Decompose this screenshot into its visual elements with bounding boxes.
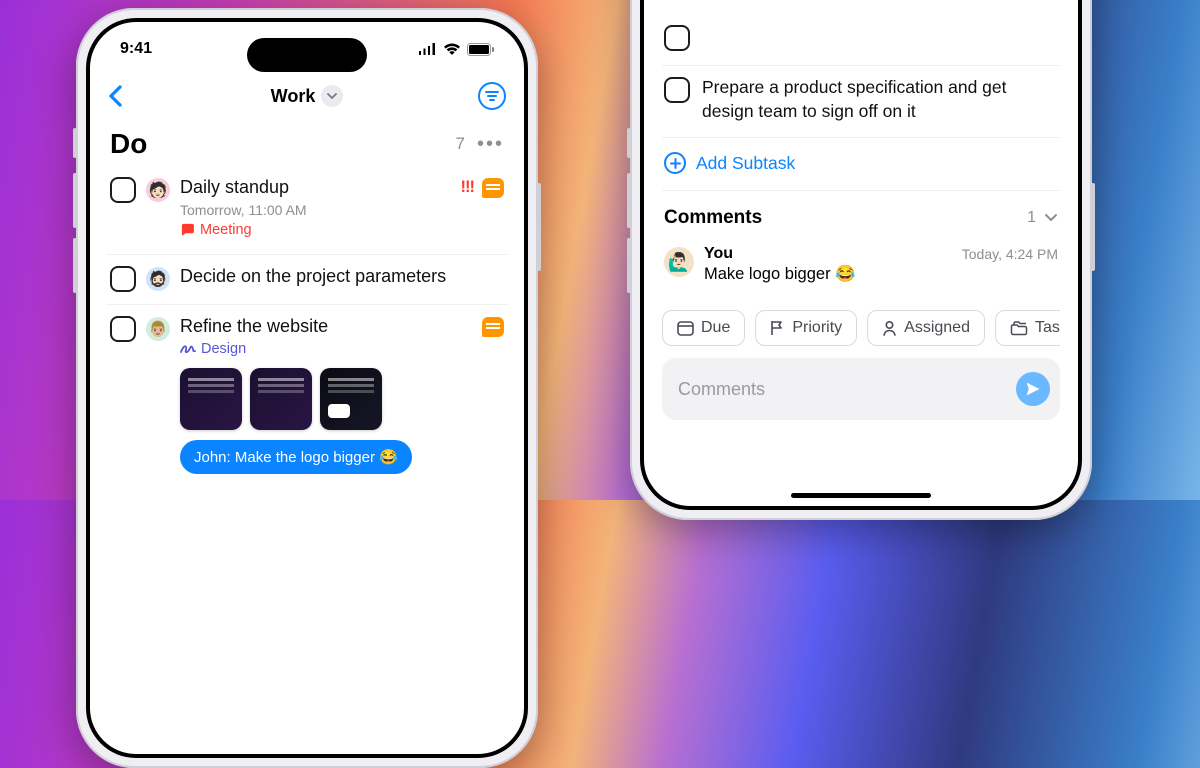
comment-avatar: 🙋🏻‍♂️ — [664, 247, 694, 277]
battery-icon — [467, 43, 494, 56]
task-row[interactable]: 👨🏼 Refine the website Design — [106, 305, 508, 487]
chip-label: Due — [701, 319, 730, 337]
phone-frame-left: 9:41 Work — [76, 8, 538, 768]
assignee-avatar: 🧑🏻 — [146, 178, 170, 202]
task-tag-meeting: Meeting — [180, 222, 252, 238]
chip-label: Assigned — [904, 319, 970, 337]
comment-author: You — [704, 245, 733, 263]
subtask-title — [702, 24, 707, 48]
phone-bezel: 9:41 Work — [86, 18, 528, 758]
task-list: 🧑🏻 Daily standup Tomorrow, 11:00 AM Meet… — [90, 166, 524, 486]
task-tag-design: Design — [180, 341, 246, 357]
volume-down-button — [627, 238, 631, 293]
power-button — [1091, 183, 1095, 271]
attachment-thumbnail[interactable] — [250, 368, 312, 430]
person-icon — [882, 320, 897, 336]
chip-priority[interactable]: Priority — [755, 310, 857, 346]
quick-property-chips: Due Priority Assigned Task Type — [662, 302, 1060, 358]
meeting-icon — [180, 223, 195, 237]
chip-label: Task Type — [1035, 319, 1060, 337]
send-icon — [1025, 381, 1041, 397]
flag-icon — [770, 320, 785, 336]
wifi-icon — [443, 43, 461, 55]
phone-frame-right: Prepare a product specification and get … — [630, 0, 1092, 520]
nav-title: Work — [271, 86, 316, 107]
task-tag-label: Design — [201, 341, 246, 357]
status-icons — [418, 43, 494, 56]
folders-icon — [1010, 320, 1028, 336]
attachment-thumbnail[interactable] — [320, 368, 382, 430]
section-more-button[interactable]: ••• — [477, 134, 504, 154]
section-header: Do 7 ••• — [90, 116, 524, 166]
filter-icon — [485, 91, 499, 101]
phone-bezel: Prepare a product specification and get … — [640, 0, 1082, 510]
assignee-avatar: 👨🏼 — [146, 317, 170, 341]
subtask-row[interactable]: Prepare a product specification and get … — [662, 65, 1060, 137]
chip-task-type[interactable]: Task Type — [995, 310, 1060, 346]
back-button[interactable] — [108, 85, 123, 107]
send-button[interactable] — [1016, 372, 1050, 406]
power-button — [537, 183, 541, 271]
section-count: 7 — [456, 134, 465, 154]
mute-switch — [73, 128, 77, 158]
attachment-thumbnail[interactable] — [180, 368, 242, 430]
task-due: Tomorrow, 11:00 AM — [180, 202, 451, 218]
calendar-icon — [677, 320, 694, 336]
comments-section-header[interactable]: Comments 1 — [662, 190, 1060, 239]
latest-comment-bubble[interactable]: John: Make the logo bigger 😂 — [180, 440, 412, 474]
add-subtask-button[interactable]: Add Subtask — [662, 137, 1060, 190]
composer-placeholder: Comments — [678, 379, 1006, 400]
task-row[interactable]: 🧔🏻 Decide on the project parameters — [106, 255, 508, 305]
status-time: 9:41 — [120, 40, 152, 58]
home-indicator[interactable] — [791, 493, 931, 498]
assignee-avatar: 🧔🏻 — [146, 267, 170, 291]
plus-circle-icon — [664, 152, 686, 174]
volume-up-button — [73, 173, 77, 228]
task-checkbox[interactable] — [110, 316, 136, 342]
comment-row: 🙋🏻‍♂️ You Today, 4:24 PM Make logo bigge… — [662, 239, 1060, 302]
task-checkbox[interactable] — [110, 177, 136, 203]
mute-switch — [627, 128, 631, 158]
section-title: Do — [110, 128, 147, 160]
comment-timestamp: Today, 4:24 PM — [962, 246, 1058, 262]
dynamic-island — [247, 38, 367, 72]
task-tag-label: Meeting — [200, 222, 252, 238]
comment-text: Make logo bigger 😂 — [704, 265, 1058, 284]
task-title: Daily standup — [180, 176, 451, 199]
chevron-down-icon — [1044, 209, 1058, 227]
subtask-checkbox[interactable] — [664, 77, 690, 103]
subtask-row[interactable] — [662, 24, 1060, 65]
attachment-thumbnails[interactable] — [180, 368, 504, 430]
task-title: Decide on the project parameters — [180, 265, 504, 288]
volume-down-button — [73, 238, 77, 293]
comments-icon[interactable] — [482, 317, 504, 337]
chevron-down-icon — [327, 93, 337, 100]
task-title: Refine the website — [180, 315, 482, 338]
list-picker-button[interactable] — [321, 85, 343, 107]
comment-composer[interactable]: Comments — [662, 358, 1060, 420]
subtask-checkbox[interactable] — [664, 25, 690, 51]
priority-indicator: !!! — [461, 178, 474, 197]
add-subtask-label: Add Subtask — [696, 153, 795, 174]
scribble-icon — [180, 343, 196, 355]
task-checkbox[interactable] — [110, 266, 136, 292]
nav-bar: Work — [90, 76, 524, 116]
comments-icon[interactable] — [482, 178, 504, 198]
filter-button[interactable] — [478, 82, 506, 110]
volume-up-button — [627, 173, 631, 228]
chip-label: Priority — [792, 319, 842, 337]
phone-screen-left: 9:41 Work — [90, 22, 524, 754]
task-row[interactable]: 🧑🏻 Daily standup Tomorrow, 11:00 AM Meet… — [106, 166, 508, 255]
phone-screen-right: Prepare a product specification and get … — [644, 0, 1078, 506]
chip-due[interactable]: Due — [662, 310, 745, 346]
cellular-icon — [418, 43, 437, 55]
comments-count: 1 — [1027, 209, 1036, 227]
chip-assigned[interactable]: Assigned — [867, 310, 985, 346]
subtask-title: Prepare a product specification and get … — [702, 76, 1058, 123]
comments-title: Comments — [664, 207, 762, 229]
